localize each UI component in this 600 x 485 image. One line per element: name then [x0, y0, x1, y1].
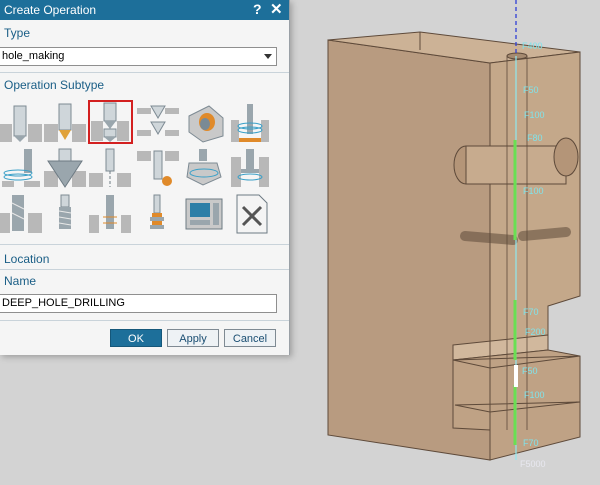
feed-label: F200 — [525, 327, 546, 337]
create-operation-dialog: Create Operation ? ✕ Type hole_making Op… — [0, 0, 290, 355]
operation-name-field[interactable]: DEEP_HOLE_DRILLING — [0, 294, 277, 313]
thread-milling-feature-icon[interactable] — [229, 102, 271, 144]
dialog-titlebar[interactable]: Create Operation ? ✕ — [0, 0, 289, 20]
type-section-label[interactable]: Type — [4, 26, 293, 40]
divider — [0, 320, 289, 321]
small-hole-left — [460, 231, 518, 245]
part-front-face — [489, 51, 581, 344]
tool-marker — [514, 365, 518, 387]
hole-reaming-icon[interactable] — [0, 193, 42, 235]
back-counterbore-icon[interactable] — [137, 102, 179, 144]
feed-label: F80 — [527, 133, 543, 143]
boring-icon[interactable] — [137, 193, 179, 235]
divider — [0, 269, 289, 270]
boss-milling-icon[interactable] — [183, 147, 225, 189]
divider — [0, 72, 289, 73]
apply-button[interactable]: Apply — [167, 329, 219, 347]
feed-label: F100 — [524, 110, 545, 120]
spot-face-icon[interactable] — [0, 102, 42, 144]
cancel-button[interactable]: Cancel — [224, 329, 276, 347]
close-icon[interactable]: ✕ — [270, 0, 283, 18]
dialog-title: Create Operation — [4, 3, 97, 17]
thread-tapping-icon[interactable] — [89, 193, 131, 235]
selected-subtype-highlight — [88, 100, 133, 144]
location-section-label[interactable]: Location — [4, 252, 293, 266]
spot-drill-icon[interactable] — [44, 102, 86, 144]
feed-label: F5000 — [520, 459, 546, 469]
feed-label: F100 — [524, 390, 545, 400]
name-section-label[interactable]: Name — [4, 274, 293, 288]
help-icon[interactable]: ? — [253, 1, 262, 17]
cnc-machine-control-icon[interactable] — [183, 193, 225, 235]
type-dropdown[interactable]: hole_making — [0, 47, 277, 66]
feed-label: F400 — [522, 41, 543, 51]
small-hole-right — [518, 227, 571, 241]
ok-button[interactable]: OK — [110, 329, 162, 347]
user-defined-operation-icon[interactable] — [229, 193, 271, 235]
cross-hole-exit — [553, 137, 579, 177]
tapping-icon[interactable] — [44, 193, 86, 235]
hole-chamfer-icon[interactable] — [183, 102, 225, 144]
drill-hole-top — [506, 52, 528, 60]
feed-label: F50 — [523, 85, 539, 95]
countersink-icon[interactable] — [44, 147, 86, 189]
chevron-down-icon[interactable] — [264, 54, 272, 59]
divider — [0, 244, 289, 245]
feed-label: F50 — [522, 366, 538, 376]
hole-milling-icon[interactable] — [0, 147, 42, 189]
feed-label: F70 — [523, 307, 539, 317]
drilling-tool-icon[interactable] — [89, 147, 131, 189]
subtype-section-label[interactable]: Operation Subtype — [4, 78, 293, 92]
back-chamfer-icon[interactable] — [137, 147, 179, 189]
feed-label: F100 — [523, 186, 544, 196]
feed-label: F70 — [523, 438, 539, 448]
groove-milling-icon[interactable] — [229, 147, 271, 189]
operation-name-value: DEEP_HOLE_DRILLING — [2, 297, 125, 309]
type-value: hole_making — [2, 50, 65, 62]
